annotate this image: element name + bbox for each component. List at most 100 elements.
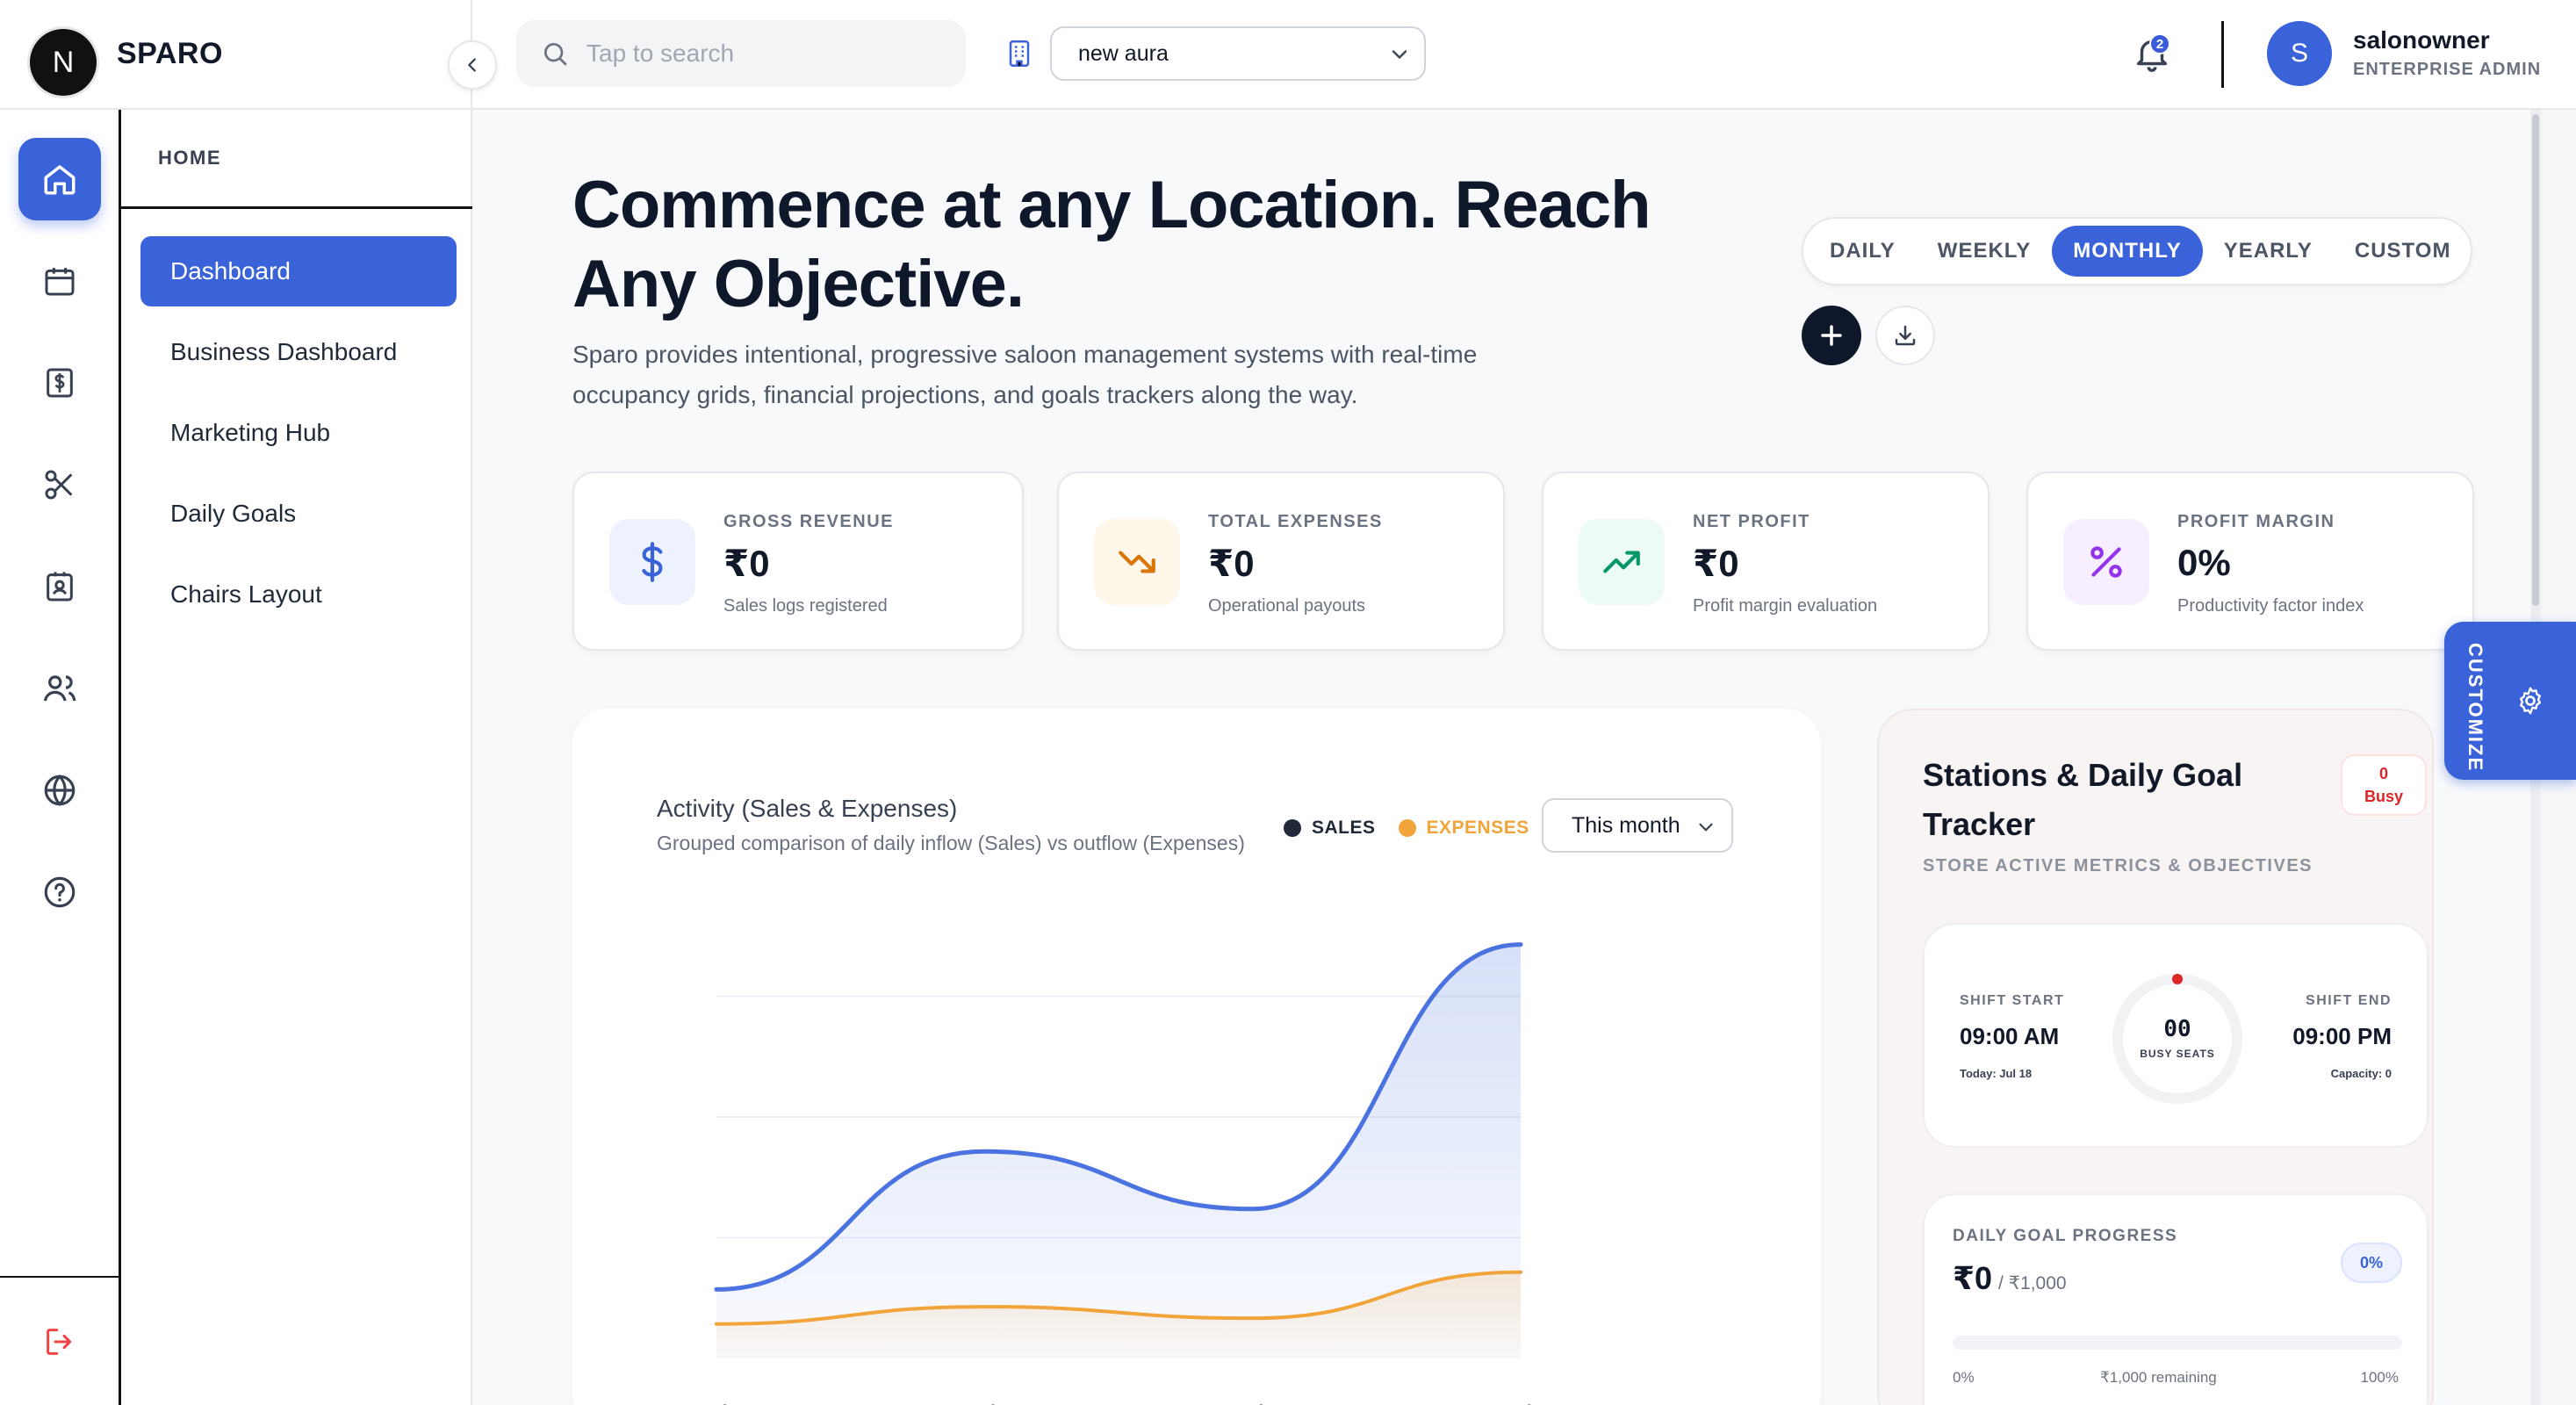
notification-badge: 2 [2149, 33, 2170, 54]
busy-seats-count: 00 [2163, 1016, 2191, 1042]
sub-navigation: HOME Dashboard Business Dashboard Market… [121, 110, 472, 1405]
app-window: N SPARO new aura 2 S salonowner ENTERPRI… [0, 0, 2576, 1405]
shift-start-time: 09:00 AM [1960, 1023, 2060, 1049]
stations-tracker-card: Stations & Daily Goal Tracker STORE ACTI… [1877, 709, 2434, 1405]
kpi-value: ₹0 [723, 543, 770, 584]
divider [121, 206, 472, 209]
customize-button[interactable]: CUSTOMIZE [2444, 622, 2576, 780]
goal-percent-badge: 0% [2341, 1243, 2402, 1283]
busy-badge: 0 Busy [2341, 754, 2427, 816]
tab-custom[interactable]: CUSTOM [2334, 226, 2472, 277]
daily-goal-card: DAILY GOAL PROGRESS ₹0 / ₹1,000 0% 0% ₹1… [1923, 1193, 2428, 1405]
range-value: This month [1572, 812, 1680, 838]
chevron-down-icon [1392, 50, 1407, 60]
kpi-subtext: Productivity factor index [2177, 596, 2364, 616]
download-button[interactable] [1875, 306, 1935, 365]
kpi-value: ₹0 [1208, 543, 1255, 584]
page-description: Sparo provides intentional, progressive … [572, 341, 1478, 408]
kpi-label: PROFIT MARGIN [2177, 512, 2335, 531]
busy-label: Busy [2364, 788, 2403, 805]
rail-help-button[interactable] [18, 851, 101, 933]
main-content: Commence at any Location. Reach Any Obje… [474, 110, 2541, 1405]
logout-icon [47, 1329, 72, 1355]
rail-home-button[interactable] [18, 138, 101, 220]
globe-icon [44, 775, 76, 806]
building-icon [1009, 40, 1030, 67]
brand-logo[interactable]: N [30, 29, 97, 96]
tab-weekly[interactable]: WEEKLY [1917, 226, 2052, 277]
location-select[interactable]: new aura [1050, 26, 1426, 81]
rail-website-button[interactable] [18, 749, 101, 832]
tab-monthly[interactable]: MONTHLY [2052, 226, 2203, 277]
kpi-gross-revenue: GROSS REVENUE ₹0 Sales logs registered [572, 472, 1024, 651]
busy-seats-label: BUSY SEATS [2140, 1048, 2215, 1060]
legend-expenses: EXPENSES [1426, 818, 1529, 838]
period-tabs: DAILY WEEKLY MONTHLY YEARLY CUSTOM [1802, 217, 2472, 285]
tab-yearly[interactable]: YEARLY [2203, 226, 2334, 277]
location-value: new aura [1078, 40, 1169, 66]
chevron-left-icon [468, 58, 476, 72]
goal-label: DAILY GOAL PROGRESS [1953, 1227, 2178, 1245]
shift-card: SHIFT START 09:00 AM Today: Jul 18 00 BU… [1923, 923, 2428, 1148]
kpi-subtext: Sales logs registered [723, 596, 888, 616]
kpi-label: NET PROFIT [1693, 512, 1810, 531]
tab-daily[interactable]: DAILY [1809, 226, 1917, 277]
nav-item-business-dashboard[interactable]: Business Dashboard [140, 317, 457, 387]
goal-remaining: ₹1,000 remaining [2100, 1369, 2217, 1386]
rail-services-button[interactable] [18, 443, 101, 526]
collapse-sidebar-button[interactable] [448, 40, 497, 90]
busy-count: 0 [2378, 765, 2388, 782]
rail-customers-button[interactable] [18, 647, 101, 730]
scrollbar-thumb[interactable] [2532, 114, 2539, 606]
nav-item-dashboard[interactable]: Dashboard [140, 236, 457, 306]
plus-icon [1821, 325, 1842, 346]
nav-item-marketing-hub[interactable]: Marketing Hub [140, 398, 457, 468]
kpi-subtext: Profit margin evaluation [1693, 596, 1878, 616]
home-icon [44, 165, 76, 195]
brand-name: SPARO [117, 37, 223, 70]
nav-item-daily-goals[interactable]: Daily Goals [140, 479, 457, 549]
chevron-down-icon [1699, 823, 1713, 832]
goal-progress-bar [1953, 1336, 2402, 1350]
avatar[interactable]: S [2267, 21, 2332, 86]
chart-legend: SALES EXPENSES [1284, 818, 1529, 839]
page-title: Commence at any Location. Reach Any Obje… [572, 168, 1651, 321]
logout-button[interactable] [18, 1301, 101, 1383]
legend-sales: SALES [1312, 818, 1376, 838]
user-name[interactable]: salonowner [2353, 26, 2490, 54]
rail-calendar-button[interactable] [18, 240, 101, 322]
icon-rail [0, 110, 121, 1405]
trend-down-icon [1094, 519, 1180, 605]
staff-badge-icon [47, 572, 73, 602]
goal-target: / ₹1,000 [1998, 1273, 2067, 1293]
kpi-label: GROSS REVENUE [723, 512, 894, 531]
goal-start: 0% [1953, 1369, 1975, 1386]
shift-end-label: SHIFT END [2306, 993, 2392, 1008]
chart-subtitle: Grouped comparison of daily inflow (Sale… [657, 832, 1245, 854]
rail-billing-button[interactable] [18, 342, 101, 424]
range-select[interactable]: This month [1542, 798, 1733, 853]
customize-label: CUSTOMIZE [2464, 643, 2486, 773]
scissors-icon [45, 470, 73, 500]
rail-staff-button[interactable] [18, 545, 101, 628]
legend-dot-sales [1284, 819, 1301, 837]
divider [0, 1276, 121, 1278]
dollar-icon [609, 519, 695, 605]
goal-value: ₹0 [1953, 1260, 1993, 1296]
today-date: Today: Jul 18 [1960, 1067, 2033, 1080]
add-button[interactable] [1802, 306, 1861, 365]
divider [2221, 21, 2224, 88]
nav-item-chairs-layout[interactable]: Chairs Layout [140, 559, 457, 630]
search-input[interactable] [586, 40, 938, 68]
gear-icon [2520, 687, 2541, 715]
legend-dot-expenses [1398, 819, 1416, 837]
stations-title: Stations & Daily Goal Tracker [1923, 757, 2243, 842]
top-bar: N SPARO new aura 2 S salonowner ENTERPRI… [0, 0, 2576, 110]
kpi-total-expenses: TOTAL EXPENSES ₹0 Operational payouts [1057, 472, 1505, 651]
search-box[interactable] [516, 20, 966, 87]
goal-end: 100% [2360, 1369, 2399, 1386]
customers-icon [43, 675, 76, 702]
billing-icon [47, 368, 73, 398]
trend-up-icon [1579, 519, 1665, 605]
search-icon [544, 43, 567, 66]
